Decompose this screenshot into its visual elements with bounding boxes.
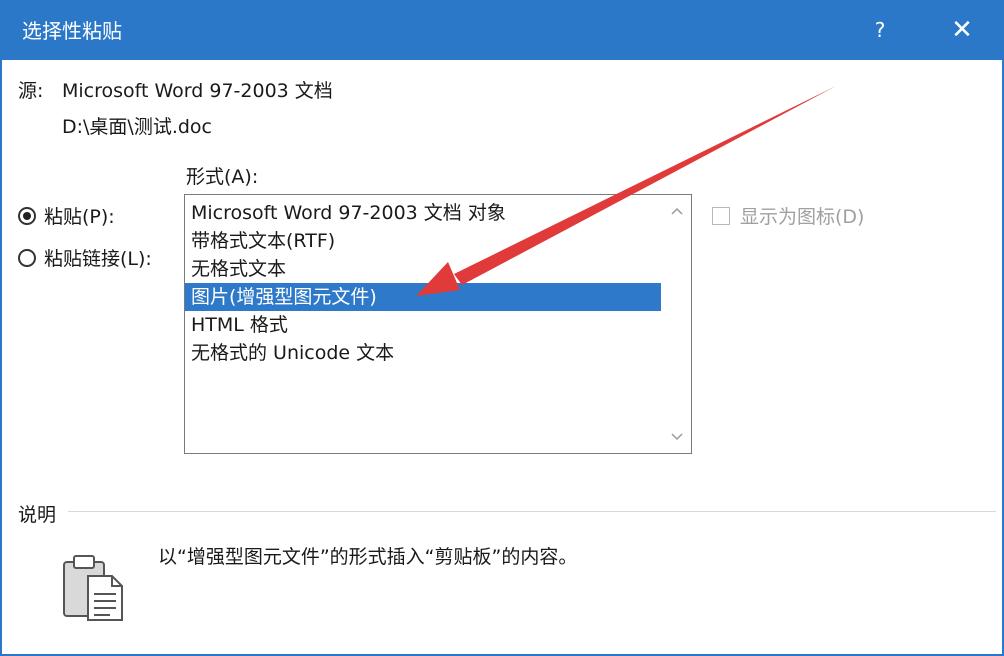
paste-link-radio-label: 粘贴链接(L):: [44, 248, 152, 270]
display-as-icon-checkbox[interactable]: 显示为图标(D): [712, 202, 864, 229]
format-item-html[interactable]: HTML 格式: [185, 311, 661, 339]
format-item-enhanced-metafile[interactable]: 图片(增强型图元文件): [185, 283, 661, 311]
paste-radio-button[interactable]: [18, 206, 36, 225]
display-as-icon-label: 显示为图标(D): [740, 206, 865, 228]
title-bar: 选择性粘贴 ? ✕: [0, 0, 1004, 60]
format-item-rtf[interactable]: 带格式文本(RTF): [185, 227, 661, 255]
description-text: 以“增强型图元文件”的形式插入“剪贴板”的内容。: [158, 546, 578, 568]
format-item-plain-text[interactable]: 无格式文本: [185, 255, 661, 283]
paste-radio[interactable]: 粘贴(P):: [18, 202, 115, 229]
clipboard-icon: [60, 552, 128, 628]
paste-link-radio[interactable]: 粘贴链接(L):: [18, 244, 152, 271]
chevron-down-icon[interactable]: [663, 425, 691, 449]
source-value: Microsoft Word 97-2003 文档: [62, 80, 333, 102]
format-item-word-object[interactable]: Microsoft Word 97-2003 文档 对象: [185, 199, 661, 227]
source-path: D:\桌面\测试.doc: [62, 116, 213, 138]
description-divider: [68, 511, 996, 512]
display-as-icon-box[interactable]: [712, 206, 730, 225]
window-border-left: [0, 60, 2, 656]
paste-radio-label: 粘贴(P):: [44, 206, 115, 228]
format-listbox[interactable]: Microsoft Word 97-2003 文档 对象 带格式文本(RTF) …: [184, 194, 692, 454]
window-title: 选择性粘贴: [22, 19, 122, 43]
chevron-up-icon[interactable]: [663, 199, 691, 223]
close-button[interactable]: ✕: [934, 0, 990, 60]
description-header: 说明: [18, 504, 57, 526]
paste-link-radio-button[interactable]: [18, 248, 36, 267]
source-label: 源:: [18, 80, 44, 102]
help-button[interactable]: ?: [852, 0, 908, 60]
format-label: 形式(A):: [186, 166, 259, 188]
format-item-unicode-text[interactable]: 无格式的 Unicode 文本: [185, 339, 661, 367]
